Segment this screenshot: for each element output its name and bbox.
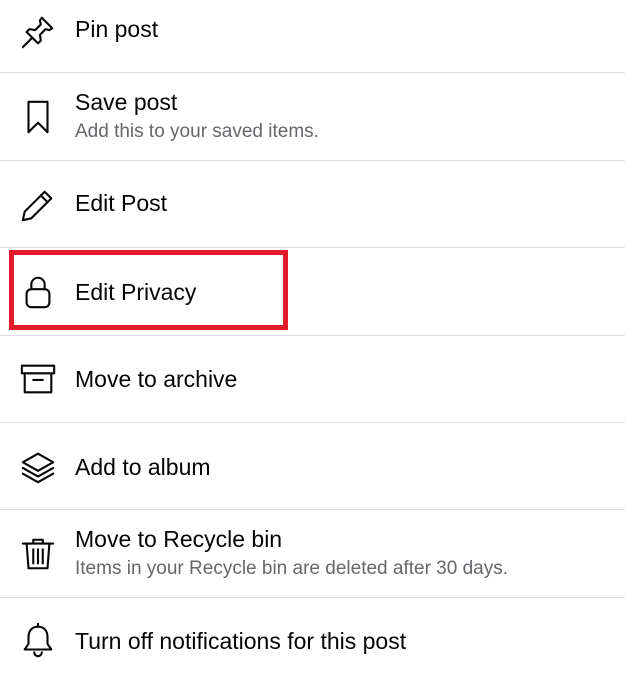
menu-item-add-to-album[interactable]: Add to album <box>0 423 625 510</box>
menu-item-label: Move to archive <box>75 366 238 392</box>
menu-item-pin-post[interactable]: Pin post <box>0 0 625 73</box>
menu-item-label: Pin post <box>75 16 159 42</box>
menu-item-turn-off-notifications[interactable]: Turn off notifications for this post <box>0 598 625 684</box>
menu-item-save-post[interactable]: Save post Add this to your saved items. <box>0 73 625 161</box>
menu-item-label: Save post <box>75 89 178 115</box>
menu-item-label: Edit Privacy <box>75 279 197 305</box>
pin-icon <box>18 12 58 52</box>
bookmark-icon <box>18 97 58 137</box>
archive-icon <box>18 359 58 399</box>
menu-item-move-to-archive[interactable]: Move to archive <box>0 336 625 423</box>
menu-item-edit-post[interactable]: Edit Post <box>0 161 625 248</box>
lock-icon <box>18 272 58 312</box>
menu-item-description: Items in your Recycle bin are deleted af… <box>75 558 509 579</box>
pencil-icon <box>18 185 58 225</box>
bell-icon <box>18 620 58 660</box>
menu-item-label: Turn off notifications for this post <box>75 628 407 654</box>
layers-icon <box>18 447 58 487</box>
menu-item-edit-privacy[interactable]: Edit Privacy <box>0 248 625 336</box>
menu-item-label: Move to Recycle bin <box>75 526 283 552</box>
post-options-menu: Pin post Save post Add this to your save… <box>0 0 625 684</box>
menu-item-move-to-recycle-bin[interactable]: Move to Recycle bin Items in your Recycl… <box>0 510 625 598</box>
trash-icon <box>18 534 58 574</box>
menu-item-label: Add to album <box>75 454 211 480</box>
menu-item-label: Edit Post <box>75 190 168 216</box>
menu-item-description: Add this to your saved items. <box>75 121 319 142</box>
